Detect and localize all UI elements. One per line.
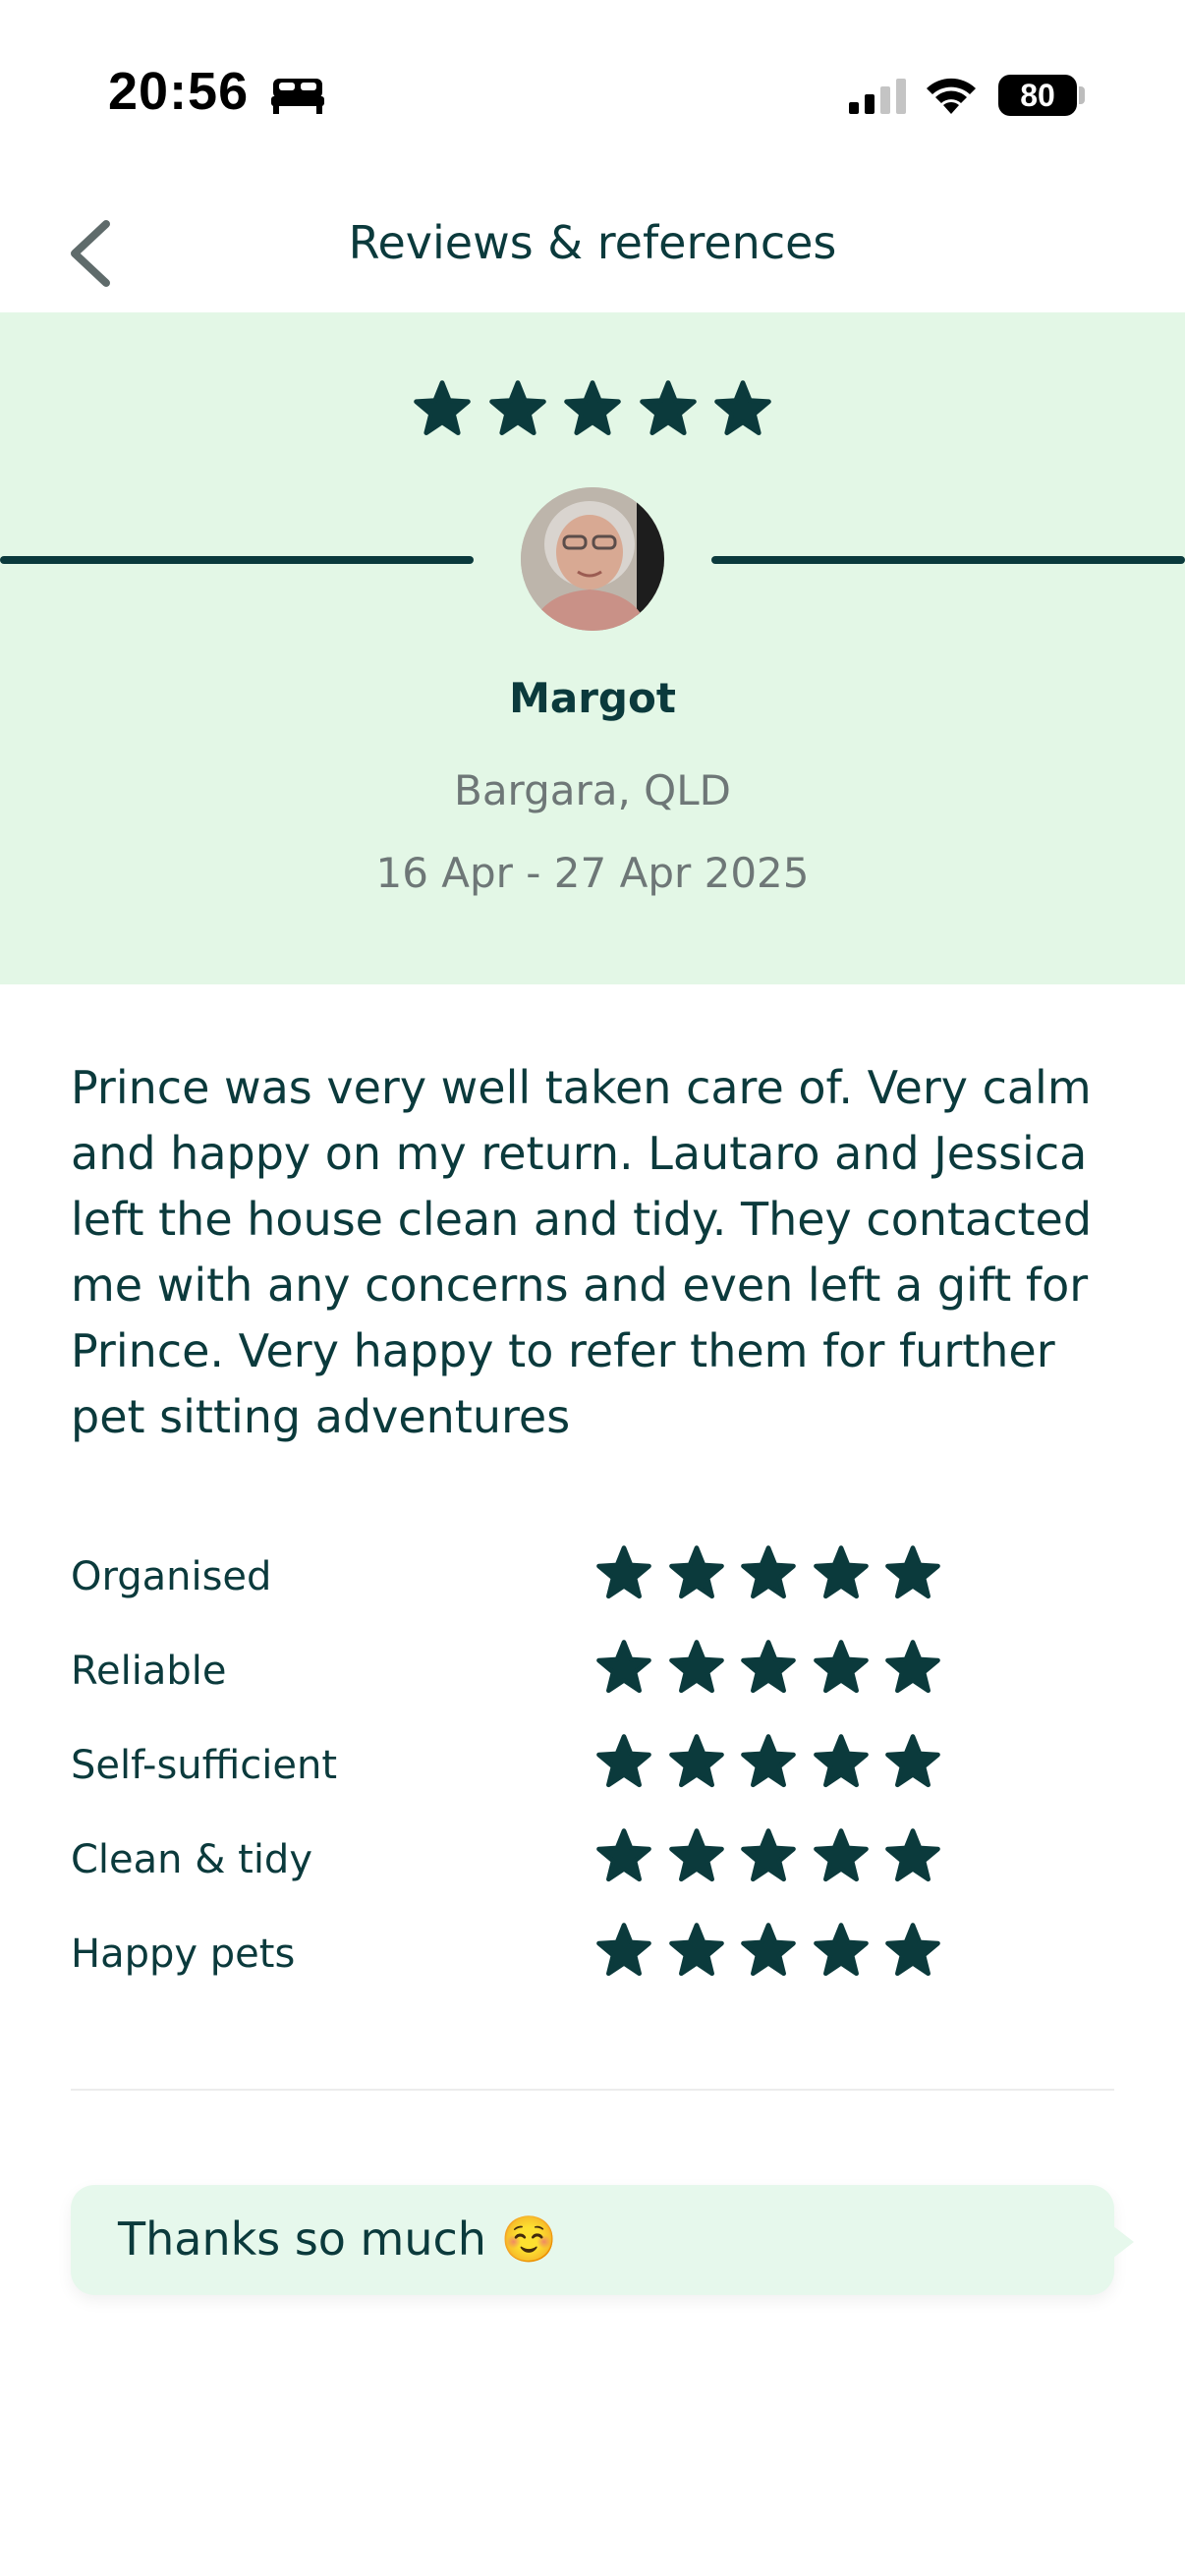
rating-row: Reliable [71,1639,1053,1733]
reply-text: Thanks so much ☺️ [118,2212,557,2266]
star-icon [596,1734,651,1788]
rating-label: Organised [71,1554,272,1599]
star-icon [596,1640,651,1694]
review-text: Prince was very well taken care of. Very… [71,1061,1093,1443]
rating-label: Happy pets [71,1932,296,1977]
rating-stars [595,1733,941,1792]
rating-row: Happy pets [71,1922,1053,2016]
reviewer-name: Margot [509,674,676,722]
star-icon [596,1923,651,1977]
star-icon [668,1828,724,1882]
divider [71,2089,1114,2091]
star-icon [885,1734,940,1788]
rating-stars [595,1639,941,1698]
star-icon [639,380,697,435]
star-icon [668,1545,724,1599]
rating-stars [595,1922,941,1981]
star-icon [813,1734,869,1788]
star-icon [741,1640,796,1694]
star-icon [813,1640,869,1694]
wifi-icon [927,78,976,114]
category-ratings: Organised Reliable Self-sufficient Clean & … [71,1544,1053,2016]
star-icon [885,1828,940,1882]
overall-rating-stars [413,379,772,442]
battery-cap [1079,86,1085,104]
reply-bubble-tail [1108,2222,1134,2262]
cellular-signal-icon [849,79,906,114]
star-icon [488,380,546,435]
star-icon [885,1545,940,1599]
star-icon [813,1828,869,1882]
star-icon [813,1923,869,1977]
star-icon [714,380,771,435]
avatar-image [521,487,664,631]
rating-stars [595,1827,941,1886]
star-icon [885,1640,940,1694]
battery-level: 80 [1020,78,1055,113]
decorative-line-right [711,556,1185,564]
star-icon [741,1545,796,1599]
reply-bubble: Thanks so much ☺️ [71,2185,1114,2295]
rating-stars [595,1544,941,1603]
rating-row: Self-sufficient [71,1733,1053,1827]
rating-row: Clean & tidy [71,1827,1053,1922]
star-icon [668,1923,724,1977]
status-bar: 20:56 80 [0,0,1185,187]
star-icon [668,1640,724,1694]
avatar[interactable] [521,487,664,631]
decorative-line-left [0,556,474,564]
battery-icon: 80 [998,75,1077,116]
rating-label: Reliable [71,1649,227,1694]
star-icon [596,1545,651,1599]
review-hero: Margot Bargara, QLD 16 Apr - 27 Apr 2025 [0,312,1185,984]
star-icon [885,1923,940,1977]
bed-icon [271,79,324,114]
star-icon [414,380,471,435]
star-icon [668,1734,724,1788]
review-dates: 16 Apr - 27 Apr 2025 [375,849,810,897]
rating-label: Self-sufficient [71,1743,338,1788]
star-icon [813,1545,869,1599]
star-icon [741,1734,796,1788]
status-time: 20:56 [108,62,250,121]
reviewer-location: Bargara, QLD [454,766,731,814]
page-title: Reviews & references [348,216,837,269]
rating-row: Organised [71,1544,1053,1639]
star-icon [741,1828,796,1882]
rating-label: Clean & tidy [71,1837,312,1882]
star-icon [741,1923,796,1977]
star-icon [564,380,621,435]
star-icon [596,1828,651,1882]
